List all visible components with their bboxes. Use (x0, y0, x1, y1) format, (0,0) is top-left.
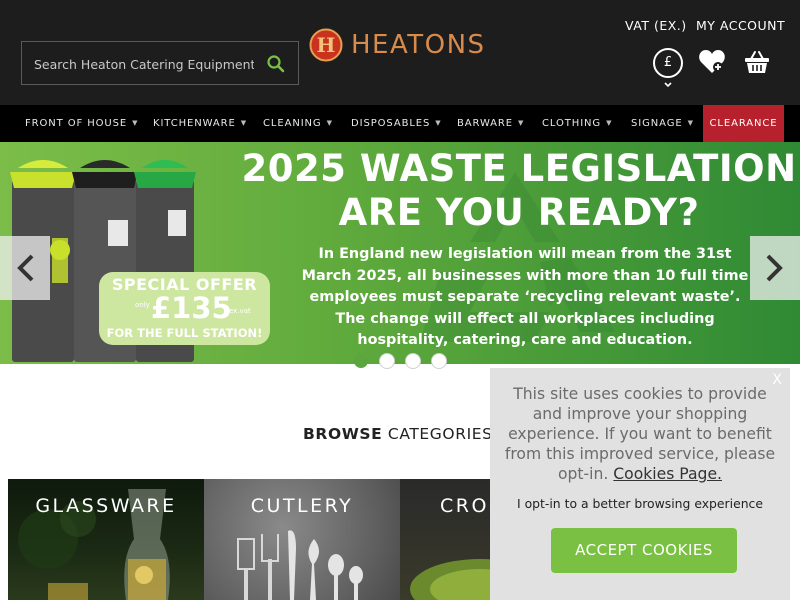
cookie-optin-text: I opt-in to a better browsing experience (516, 496, 763, 511)
nav-item-label: CLEANING (263, 118, 322, 129)
offer-only-label: only (135, 301, 150, 309)
offer-price: £135 (151, 291, 232, 325)
banner-body-text: In England new legislation will mean fro… (301, 246, 749, 348)
logo-wordmark: HEATONS (351, 30, 486, 60)
accept-cookies-button[interactable]: ACCEPT COOKIES (551, 528, 737, 573)
carousel-dot-2[interactable] (380, 354, 394, 368)
chevron-down-icon: ▼ (435, 119, 442, 127)
search-input[interactable] (34, 54, 254, 74)
offer-subheading: FOR THE FULL STATION! (106, 326, 263, 340)
nav-item-label: KITCHENWARE (153, 118, 236, 129)
offer-vat-label: ex.vat (229, 307, 251, 315)
search-icon[interactable] (266, 54, 286, 74)
nav-item-label: SIGNAGE (631, 118, 683, 129)
carousel-dot-3[interactable] (406, 354, 420, 368)
cookie-consent-popup: X This site uses cookies to provide and … (490, 368, 790, 600)
nav-item-signage[interactable]: SIGNAGE ▼ (631, 105, 694, 142)
basket-icon[interactable] (743, 48, 771, 76)
chevron-down-icon: ▼ (132, 119, 139, 127)
nav-item-label: CLOTHING (542, 118, 602, 129)
cookies-page-link[interactable]: Cookies Page. (613, 465, 722, 483)
currency-selector[interactable]: £ (653, 48, 683, 78)
nav-item-clearance[interactable]: CLEARANCE (703, 105, 784, 142)
banner-title-line1: 2025 WASTE LEGISLATION (241, 147, 797, 190)
chevron-left-icon (17, 254, 34, 282)
browse-categories-heading: BROWSE CATEGORIES (303, 425, 493, 443)
nav-item-clothing[interactable]: CLOTHING ▼ (542, 105, 612, 142)
heatons-logo[interactable]: H HEATONS (309, 28, 486, 62)
category-label: CUTLERY (250, 495, 354, 517)
nav-item-disposables[interactable]: DISPOSABLES ▼ (351, 105, 442, 142)
category-label: GLASSWARE (35, 495, 177, 517)
wishlist-heart-icon[interactable] (697, 47, 727, 77)
chevron-right-icon (766, 254, 783, 282)
nav-item-label: BARWARE (457, 118, 513, 129)
chevron-down-icon: ▼ (240, 119, 247, 127)
browse-heading-rest: CATEGORIES (382, 425, 493, 443)
nav-item-cleaning[interactable]: CLEANING ▼ (263, 105, 333, 142)
chevron-down-icon: ▼ (326, 119, 333, 127)
search-box[interactable] (21, 41, 299, 85)
cookie-message: This site uses cookies to provide and im… (500, 384, 780, 484)
carousel-prev-button[interactable] (0, 236, 50, 300)
nav-item-front-of-house[interactable]: FRONT OF HOUSE ▼ (25, 105, 138, 142)
banner-title-line2: ARE YOU READY? (338, 191, 700, 234)
carousel-dot-4[interactable] (432, 354, 446, 368)
main-nav: FRONT OF HOUSE ▼ KITCHENWARE ▼ CLEANING ▼ D… (0, 105, 800, 142)
chevron-down-icon: ▼ (518, 119, 525, 127)
my-account-link[interactable]: MY ACCOUNT (696, 18, 785, 33)
svg-text:H: H (317, 33, 336, 57)
vat-toggle[interactable]: VAT (EX.) (625, 18, 687, 33)
special-offer-badge: SPECIAL OFFER only £135 ex.vat FOR THE F… (99, 272, 270, 345)
carousel-dot-1[interactable] (354, 354, 368, 368)
nav-item-barware[interactable]: BARWARE ▼ (457, 105, 524, 142)
carousel-next-button[interactable] (750, 236, 800, 300)
category-tile-cutlery[interactable]: CUTLERY (204, 479, 400, 600)
chevron-down-icon: ▼ (606, 119, 613, 127)
browse-heading-bold: BROWSE (303, 425, 383, 443)
chevron-down-icon: ▼ (687, 119, 694, 127)
site-header: H HEATONS VAT (EX.) MY ACCOUNT £ (0, 0, 800, 105)
logo-emblem: H (309, 28, 343, 62)
nav-item-label: DISPOSABLES (351, 118, 431, 129)
nav-item-label: FRONT OF HOUSE (25, 118, 128, 129)
chevron-down-icon[interactable] (663, 80, 673, 90)
category-tile-glassware[interactable]: GLASSWARE (8, 479, 204, 600)
nav-item-kitchenware[interactable]: KITCHENWARE ▼ (153, 105, 247, 142)
